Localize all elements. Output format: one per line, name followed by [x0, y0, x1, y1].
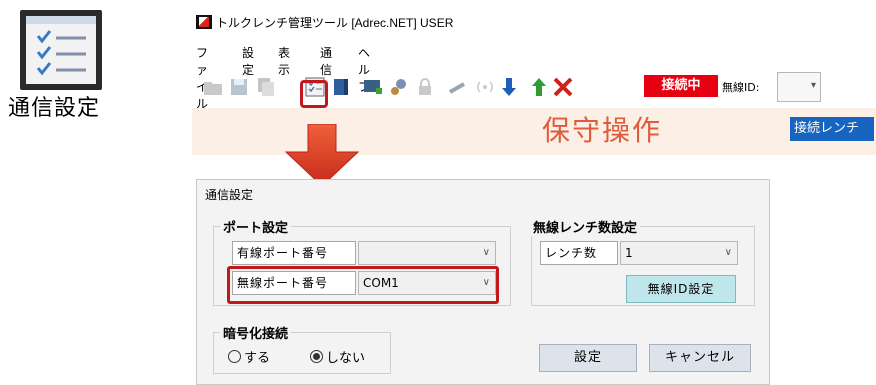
wireless-icon[interactable]	[474, 76, 496, 98]
wrench-count-label: レンチ数	[540, 241, 618, 265]
wrench-count-group: 無線レンチ数設定 レンチ数 1 ∨ 無線ID設定	[530, 217, 755, 306]
encrypt-on-radio[interactable]: する	[228, 347, 270, 366]
delete-x-icon[interactable]	[552, 76, 574, 98]
checklist-glyph	[36, 30, 86, 76]
connected-wrench-button[interactable]: 接続レンチ	[790, 117, 874, 141]
comm-settings-dialog: 通信設定 ポート設定 有線ポート番号 ∨ 無線ポート番号 COM1 ∨ 無線レン…	[196, 179, 770, 385]
wired-port-label: 有線ポート番号	[232, 241, 356, 265]
toolbar	[192, 70, 876, 106]
window-title: トルクレンチ管理ツール [Adrec.NET] USER	[216, 16, 454, 30]
radio-on-icon	[310, 350, 323, 363]
upload-arrow-icon[interactable]	[528, 76, 550, 98]
wireless-id-settings-button[interactable]: 無線ID設定	[626, 275, 736, 303]
wrench-icon[interactable]	[448, 76, 470, 98]
icon-caption: 通信設定	[8, 96, 101, 121]
cancel-button[interactable]: キャンセル	[649, 344, 751, 372]
lock-icon[interactable]	[414, 76, 436, 98]
mode-title: 保守操作	[542, 114, 663, 147]
dialog-title: 通信設定	[205, 188, 254, 202]
copy-icon[interactable]	[254, 76, 276, 98]
chevron-down-icon: ∨	[482, 247, 490, 258]
encryption-title: 暗号化接続	[220, 323, 292, 342]
save-icon[interactable]	[228, 76, 250, 98]
download-arrow-icon[interactable]	[498, 76, 520, 98]
monitor-icon[interactable]	[362, 76, 384, 98]
app-logo-icon	[196, 15, 212, 29]
connection-status-badge: 接続中	[644, 75, 718, 97]
wrench-count-title: 無線レンチ数設定	[530, 217, 641, 236]
title-bar: トルクレンチ管理ツール [Adrec.NET] USER	[192, 10, 876, 34]
toolbar-highlight	[300, 80, 328, 108]
chevron-down-icon: ∨	[724, 247, 732, 258]
wireless-port-highlight	[227, 266, 499, 304]
wireless-id-dropdown[interactable]	[777, 72, 821, 102]
wrench-count-value: 1	[625, 246, 633, 260]
ok-button[interactable]: 設定	[539, 344, 637, 372]
wrench-count-select[interactable]: 1 ∨	[620, 241, 738, 265]
radio-off-icon	[228, 350, 241, 363]
book-icon[interactable]	[330, 76, 352, 98]
open-folder-icon[interactable]	[202, 76, 224, 98]
encrypt-off-label: しない	[326, 351, 366, 366]
port-settings-title: ポート設定	[220, 217, 292, 236]
settings-list-icon	[20, 10, 102, 90]
wireless-id-label: 無線ID:	[722, 81, 760, 94]
encrypt-off-radio[interactable]: しない	[310, 347, 365, 366]
encryption-group: 暗号化接続 する しない	[213, 323, 391, 374]
encrypt-on-label: する	[244, 351, 271, 366]
gears-icon[interactable]	[388, 76, 410, 98]
wired-port-select[interactable]: ∨	[358, 241, 496, 265]
